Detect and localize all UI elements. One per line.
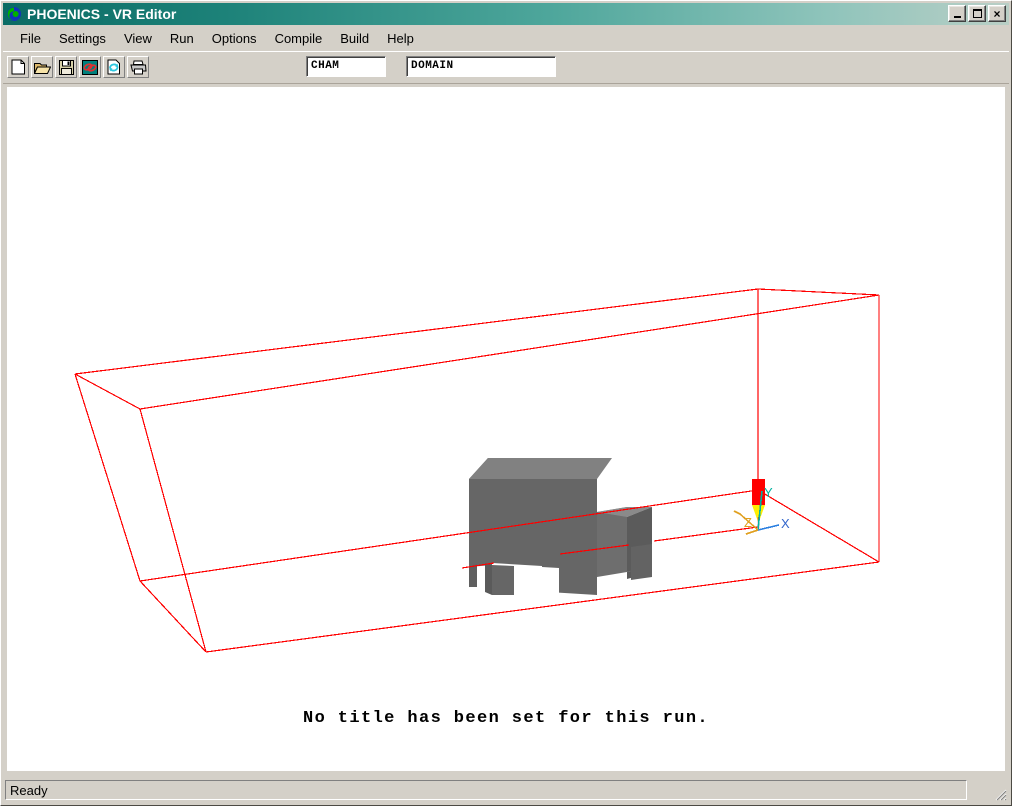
new-file-button[interactable]	[7, 56, 29, 78]
maximize-button[interactable]	[968, 5, 986, 22]
close-button[interactable]: ×	[988, 5, 1006, 22]
image-chain-icon	[82, 60, 98, 75]
menu-item-compile[interactable]: Compile	[266, 29, 332, 48]
case-field[interactable]: CHAM	[306, 56, 386, 77]
title-bar[interactable]: PHOENICS - VR Editor ×	[3, 3, 1009, 25]
new-file-icon	[11, 59, 26, 75]
status-bar: Ready	[3, 777, 1009, 803]
menu-item-options[interactable]: Options	[203, 29, 266, 48]
scene-canvas[interactable]: Y X Z	[7, 87, 1005, 771]
menu-item-view[interactable]: View	[115, 29, 161, 48]
image-chain-button[interactable]	[79, 56, 101, 78]
minimize-button[interactable]	[948, 5, 966, 22]
status-message: Ready	[5, 780, 967, 800]
refresh-document-icon	[107, 59, 121, 75]
printer-icon	[130, 60, 147, 75]
window-controls: ×	[948, 5, 1006, 22]
object-field[interactable]: DOMAIN	[406, 56, 556, 77]
open-folder-icon	[34, 60, 51, 75]
open-folder-button[interactable]	[31, 56, 53, 78]
menu-item-help[interactable]: Help	[378, 29, 423, 48]
vr-viewport-3d[interactable]: Y X Z No title has been set for this run…	[7, 87, 1005, 771]
resize-grip-icon[interactable]	[991, 785, 1007, 801]
axis-label-y: Y	[764, 485, 773, 500]
application-window: PHOENICS - VR Editor × File Settings Vie…	[0, 0, 1012, 806]
axis-label-z: Z	[744, 515, 752, 530]
menu-bar: File Settings View Run Options Compile B…	[3, 27, 1009, 49]
viewport-frame: Y X Z No title has been set for this run…	[3, 83, 1009, 775]
menu-item-build[interactable]: Build	[331, 29, 378, 48]
save-floppy-icon	[59, 60, 74, 75]
print-button[interactable]	[127, 56, 149, 78]
menu-item-settings[interactable]: Settings	[50, 29, 115, 48]
toolbar: CHAM DOMAIN	[3, 51, 1009, 81]
phoenics-globe-icon	[6, 6, 22, 22]
object-block-group[interactable]	[469, 458, 652, 595]
window-title: PHOENICS - VR Editor	[27, 6, 176, 22]
menu-item-run[interactable]: Run	[161, 29, 203, 48]
axis-label-x: X	[781, 516, 790, 531]
run-title-caption: No title has been set for this run.	[7, 709, 1005, 728]
save-button[interactable]	[55, 56, 77, 78]
refresh-document-button[interactable]	[103, 56, 125, 78]
menu-item-file[interactable]: File	[11, 29, 50, 48]
